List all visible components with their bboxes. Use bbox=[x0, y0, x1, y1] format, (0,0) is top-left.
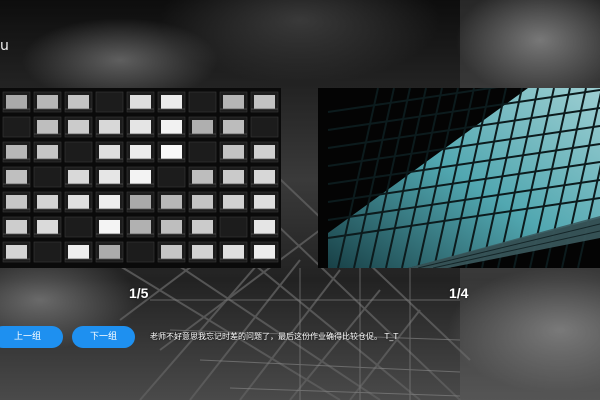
note-text: 老师不好意思我忘记时差的问题了，最后这份作业确得比较仓促。 T_T bbox=[150, 332, 399, 341]
gallery-slide-right[interactable] bbox=[318, 88, 600, 268]
next-group-button[interactable]: 下一组 bbox=[72, 326, 135, 348]
glass-facade-building-photo bbox=[318, 88, 600, 268]
slide-counter-right: 1/4 bbox=[449, 285, 469, 301]
night-apartment-windows-photo bbox=[0, 88, 281, 268]
slide-counter-left: 1/5 bbox=[129, 285, 149, 301]
gallery-slide-left[interactable] bbox=[0, 88, 281, 268]
prev-group-button[interactable]: 上一组 bbox=[0, 326, 63, 348]
page-title-fragment: u bbox=[0, 38, 9, 54]
